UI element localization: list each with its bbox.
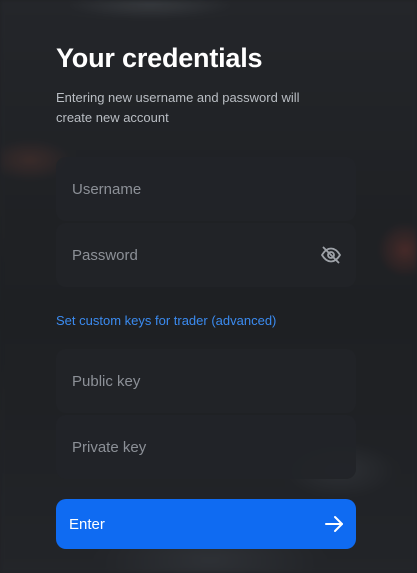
username-input[interactable] [56, 157, 356, 221]
private-key-input[interactable] [56, 415, 356, 479]
form-title: Your credentials [56, 43, 263, 73]
password-field [56, 223, 356, 287]
public-key-field [56, 349, 356, 413]
enter-button-label: Enter [69, 515, 105, 533]
arrow-right-icon [324, 514, 344, 534]
username-field [56, 157, 356, 221]
public-key-input[interactable] [56, 349, 356, 413]
form-subtitle: Entering new username and password will … [56, 90, 300, 125]
private-key-field [56, 415, 356, 479]
credentials-form: Your credentials Entering new username a… [56, 38, 356, 549]
enter-button[interactable]: Enter [56, 499, 356, 549]
password-input[interactable] [56, 223, 356, 287]
custom-keys-link[interactable]: Set custom keys for trader (advanced) [56, 312, 356, 330]
eye-off-icon[interactable] [320, 245, 342, 265]
